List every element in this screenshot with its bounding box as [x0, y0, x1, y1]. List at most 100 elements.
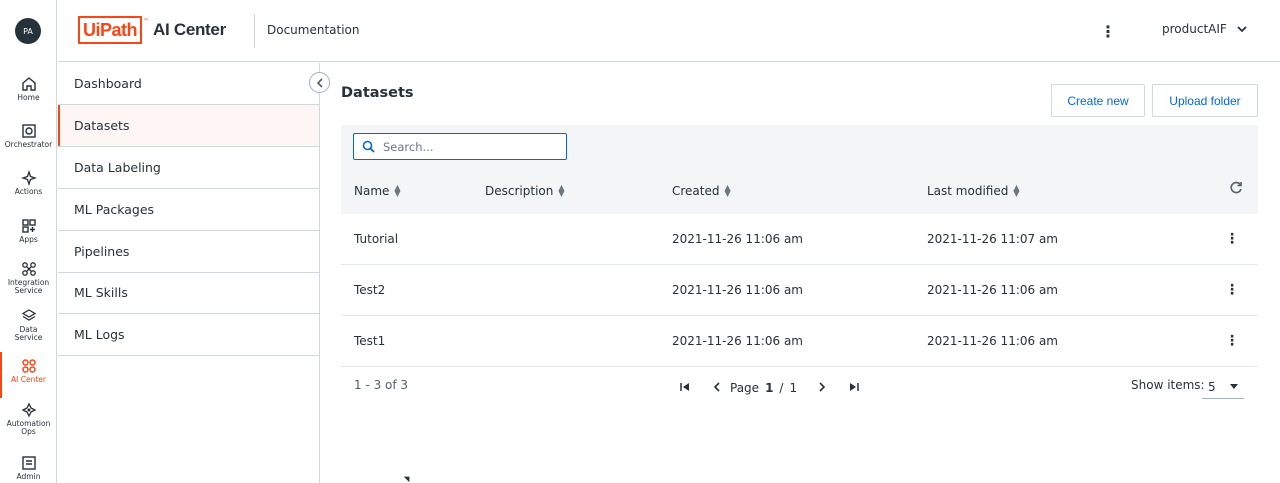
rail-item-orchestrator[interactable]: Orchestrator [0, 123, 57, 167]
refresh-icon[interactable] [1229, 181, 1243, 199]
chevron-left-icon [316, 77, 323, 88]
nav-item-dashboard[interactable]: Dashboard [58, 63, 319, 105]
rail-item-label: Actions [14, 187, 43, 196]
next-page-icon[interactable] [815, 381, 829, 395]
logo-box: UiPath [78, 16, 143, 44]
apps-icon [21, 219, 36, 233]
rail-item-home[interactable]: Home [0, 76, 57, 120]
sort-icon: ▲ ▼ [394, 183, 401, 198]
table-row[interactable]: Test1 2021-11-26 11:06 am 2021-11-26 11:… [341, 316, 1258, 367]
tenant-name: productAIF [1162, 22, 1227, 36]
table-row[interactable]: Tutorial 2021-11-26 11:06 am 2021-11-26 … [341, 214, 1258, 265]
rail-item-data-service[interactable]: Data Service [0, 308, 57, 352]
first-page-icon[interactable] [678, 382, 692, 395]
caret-down-icon [1230, 384, 1238, 389]
sort-icon: ▲ ▼ [724, 183, 731, 198]
header-more-icon[interactable]: ⋮ [1100, 20, 1116, 42]
nav-item-ml-packages[interactable]: ML Packages [58, 189, 319, 231]
pagination-range: 1 - 3 of 3 [354, 378, 409, 392]
rail-item-label: Admin [16, 472, 41, 481]
page-label: Page [730, 381, 760, 395]
nav-item-pipelines[interactable]: Pipelines [58, 231, 319, 273]
rail-item-label: Orchestrator [4, 140, 53, 149]
create-new-button[interactable]: Create new [1051, 84, 1145, 117]
actions-icon [20, 170, 37, 186]
last-page-icon[interactable] [847, 382, 861, 395]
rail-item-label: Home [17, 93, 40, 102]
total-pages: 1 [789, 381, 798, 395]
row-more-icon[interactable]: ⋮ [1225, 280, 1239, 300]
header-divider [254, 14, 255, 48]
row-more-icon[interactable]: ⋮ [1225, 331, 1239, 351]
nav-item-data-labeling[interactable]: Data Labeling [58, 147, 319, 189]
rail-item-label: AI Center [11, 375, 46, 384]
rail-item-label: Automation Ops [6, 419, 51, 436]
logo-trademark: ™ [143, 18, 150, 25]
rail-item-ai-center[interactable]: AI Center [0, 352, 57, 402]
page-separator: / [779, 381, 784, 395]
integration-service-icon [21, 262, 36, 276]
cell-last-modified: 2021-11-26 11:06 am [927, 283, 1058, 297]
previous-page-icon[interactable] [710, 381, 724, 395]
row-more-icon[interactable]: ⋮ [1225, 229, 1239, 249]
nav-item-datasets[interactable]: Datasets [58, 105, 319, 147]
admin-icon [21, 456, 36, 470]
table-header: Name ▲▼ Description ▲▼ Created ▲▼ Last m… [341, 125, 1258, 214]
uipath-ai-center-logo[interactable]: UiPath ™ AI Center [78, 16, 226, 44]
rail-item-admin[interactable]: Admin [0, 455, 57, 483]
rail-item-automation-ops[interactable]: Automation Ops [0, 402, 57, 446]
show-items-label: Show items: [1131, 378, 1205, 392]
rail-item-label: Integration Service [7, 278, 50, 295]
data-service-icon [21, 309, 36, 321]
tenant-picker[interactable]: productAIF [1162, 22, 1247, 36]
cell-created: 2021-11-26 11:06 am [672, 334, 803, 348]
items-per-page-value: 5 [1208, 379, 1216, 394]
cell-name[interactable]: Test1 [354, 316, 385, 366]
ai-center-nav: Dashboard Datasets Data Labeling ML Pack… [58, 63, 320, 483]
column-label: Created [672, 184, 720, 198]
column-header-last-modified[interactable]: Last modified ▲ ▼ [927, 183, 1020, 199]
pagination-controls: Page 1 / 1 [678, 381, 861, 395]
rail-item-apps[interactable]: Apps [0, 218, 57, 262]
logo-product-name: AI Center [153, 20, 226, 39]
automation-ops-icon [21, 402, 36, 418]
page-title: Datasets [341, 85, 414, 101]
column-label: Name [354, 184, 390, 198]
cell-created: 2021-11-26 11:06 am [672, 283, 803, 297]
items-per-page-select[interactable]: 5 [1202, 375, 1244, 399]
column-header-name[interactable]: Name ▲ ▼ [354, 183, 401, 199]
sort-icon: ▲ ▼ [1013, 183, 1020, 198]
cell-last-modified: 2021-11-26 11:07 am [927, 232, 1058, 246]
avatar[interactable]: PA [15, 18, 41, 44]
nav-item-ml-skills[interactable]: ML Skills [58, 272, 319, 314]
top-header: UiPath ™ AI Center Documentation ⋮ produ… [58, 0, 1280, 62]
search-icon [362, 140, 375, 153]
cell-last-modified: 2021-11-26 11:06 am [927, 334, 1058, 348]
column-header-created[interactable]: Created ▲ ▼ [672, 183, 731, 199]
rail-item-integration-service[interactable]: Integration Service [0, 261, 57, 305]
rail-item-label: Data Service [14, 325, 43, 342]
table-row[interactable]: Test2 2021-11-26 11:06 am 2021-11-26 11:… [341, 265, 1258, 316]
collapse-nav-button[interactable] [309, 72, 330, 93]
mouse-cursor [403, 473, 413, 483]
sort-icon: ▲ ▼ [558, 183, 565, 198]
search-box[interactable] [353, 133, 567, 160]
column-label: Last modified [927, 184, 1009, 198]
product-rail: PA Home Orchestrator Actions Apps Integr… [0, 0, 57, 483]
column-label: Description [485, 184, 554, 198]
ai-center-icon [21, 359, 36, 373]
rail-item-actions[interactable]: Actions [0, 170, 57, 214]
search-input[interactable] [383, 139, 553, 154]
documentation-link[interactable]: Documentation [267, 23, 360, 37]
cell-name[interactable]: Test2 [354, 265, 385, 315]
rail-item-label: Apps [19, 235, 38, 244]
nav-item-ml-logs[interactable]: ML Logs [58, 314, 319, 356]
home-icon [21, 77, 36, 91]
current-page: 1 [765, 381, 774, 395]
column-header-description[interactable]: Description ▲ ▼ [485, 183, 565, 199]
cell-name[interactable]: Tutorial [354, 214, 398, 264]
orchestrator-icon [21, 124, 36, 138]
upload-folder-button[interactable]: Upload folder [1152, 84, 1258, 117]
cell-created: 2021-11-26 11:06 am [672, 232, 803, 246]
chevron-down-icon [1237, 26, 1247, 33]
